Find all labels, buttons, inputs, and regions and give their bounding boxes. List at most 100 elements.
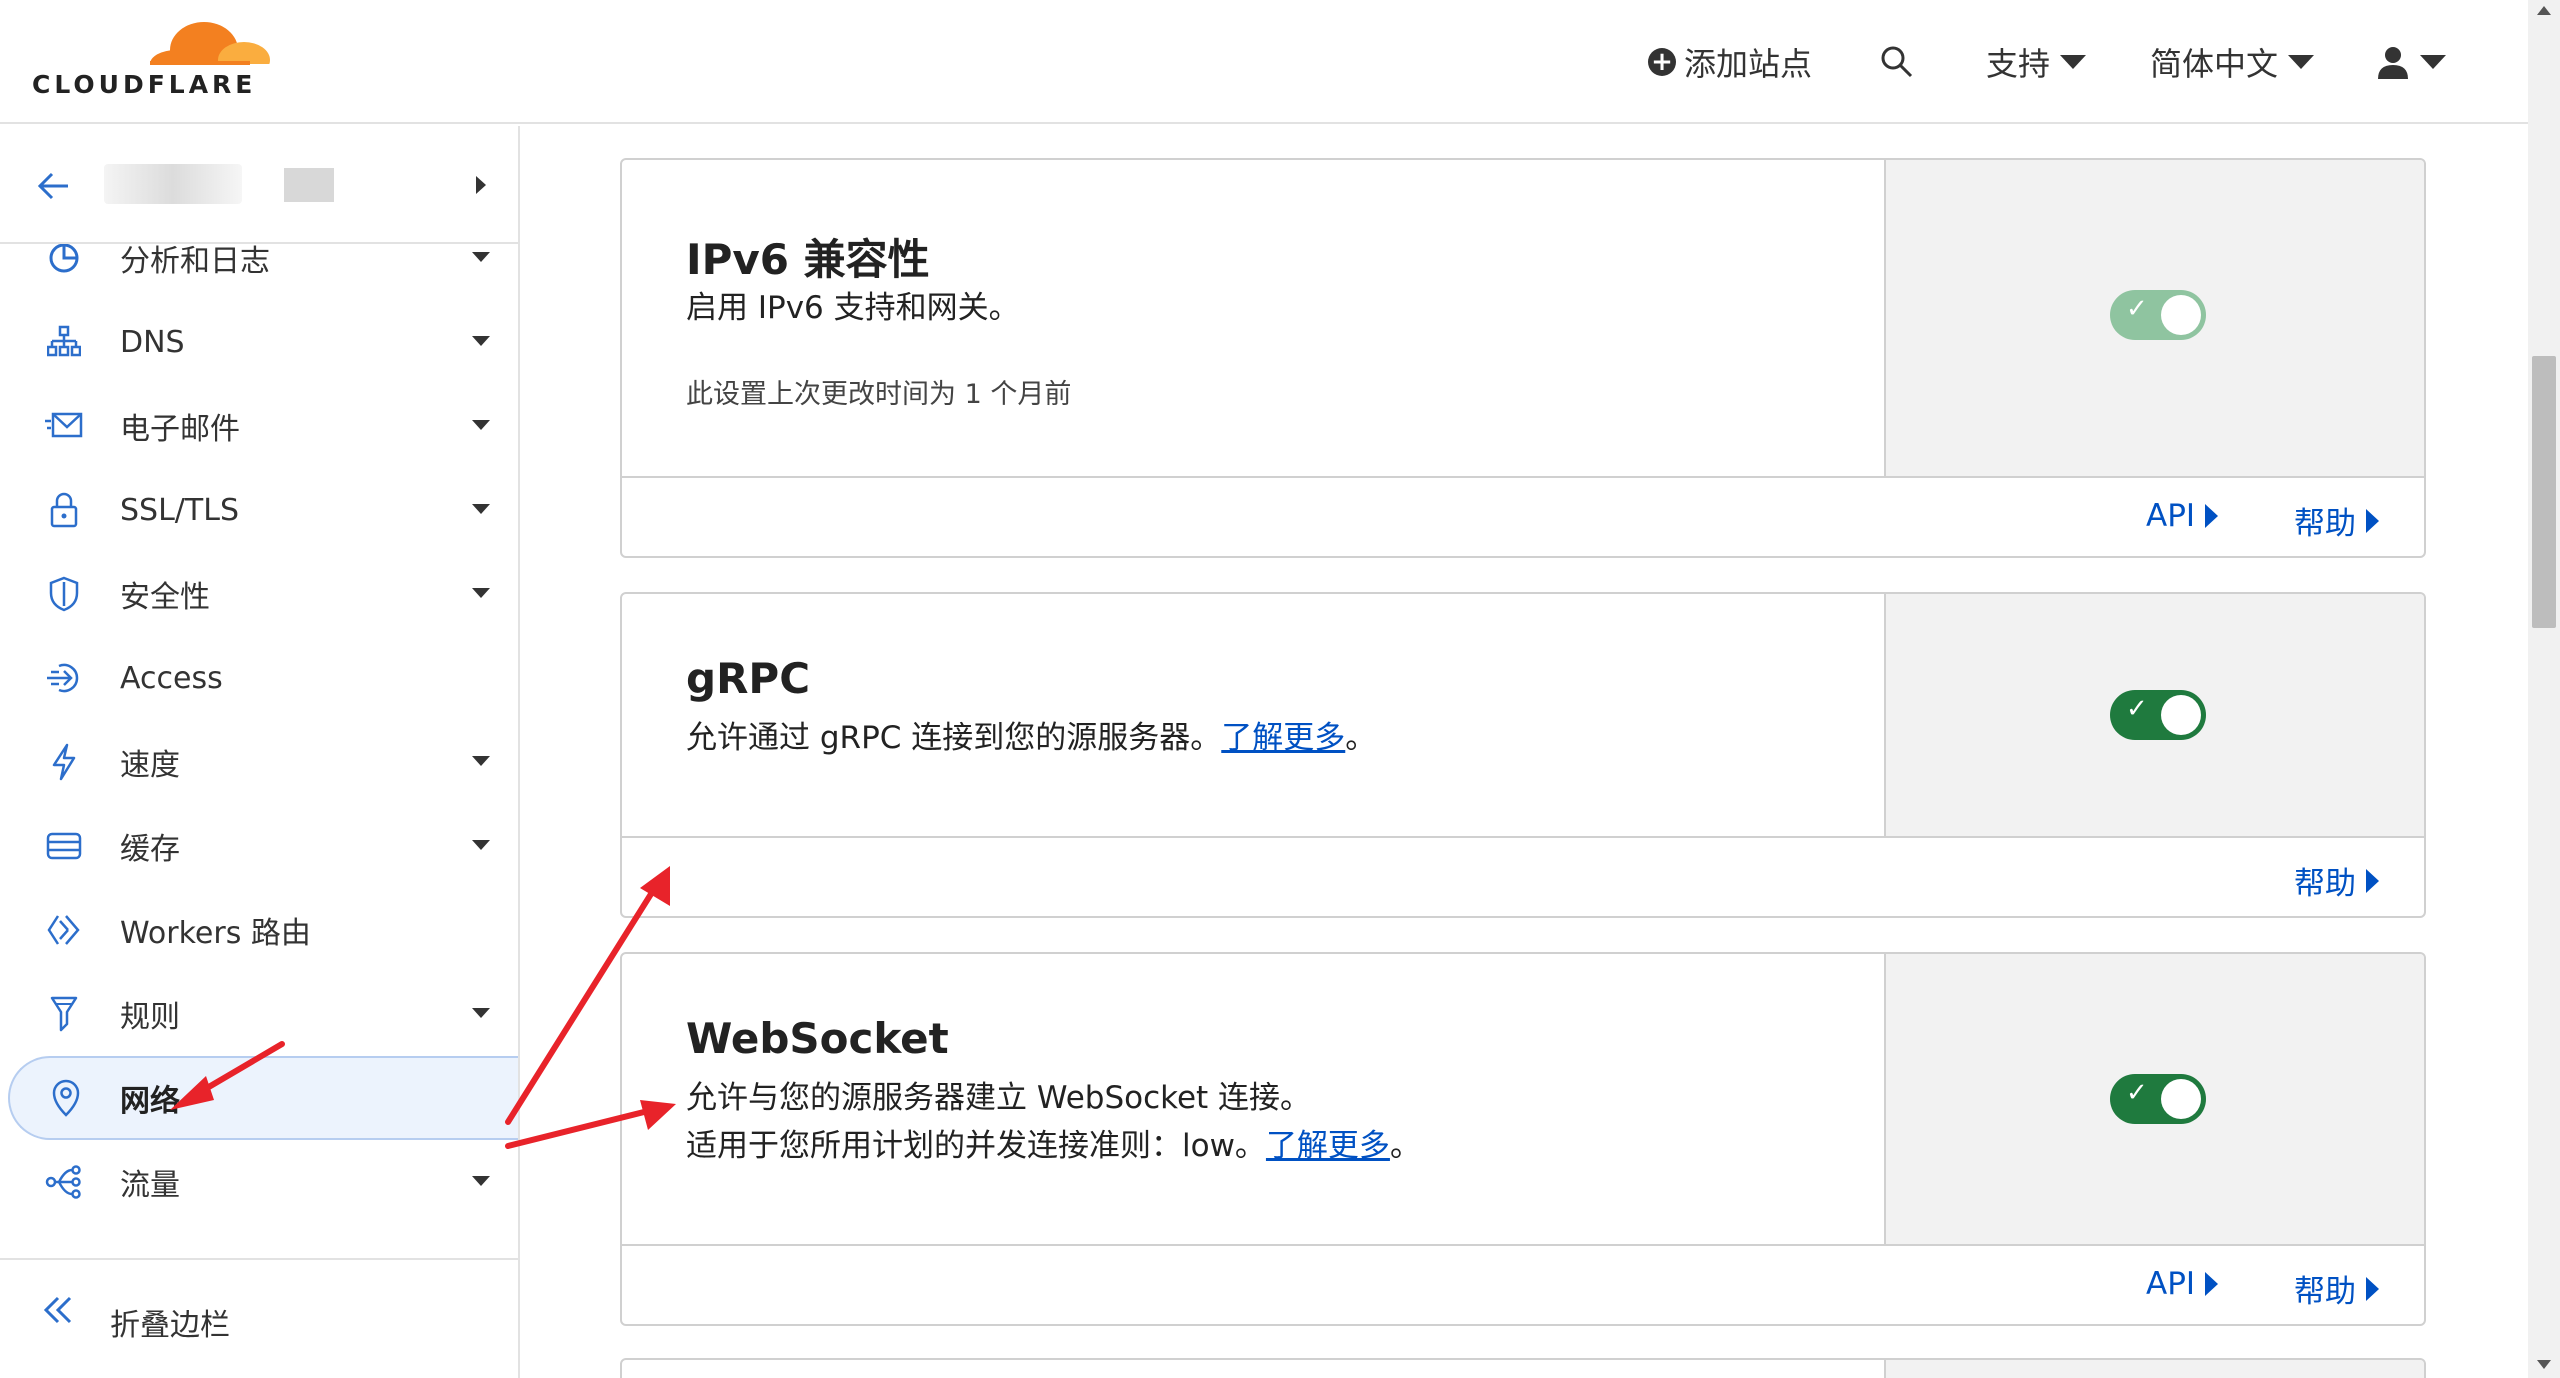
learn-more-link[interactable]: 了解更多 [1266, 1128, 1390, 1164]
caret-right-icon [2366, 508, 2379, 533]
site-selector[interactable] [0, 126, 518, 244]
scroll-thumb[interactable] [2532, 356, 2556, 628]
lightning-icon [44, 742, 84, 782]
user-icon [2378, 47, 2408, 79]
ipv6-toggle[interactable]: ✓ [2110, 290, 2206, 340]
user-menu[interactable] [2376, 40, 2446, 84]
chevron-right-icon[interactable] [476, 176, 486, 194]
check-icon: ✓ [2126, 1078, 2148, 1108]
chevron-down-icon [2060, 55, 2087, 69]
language-label: 简体中文 [2150, 45, 2279, 83]
card-description: 启用 IPv6 支持和网关。 [686, 290, 1020, 326]
cloudflare-logo[interactable]: CLOUDFLARE [32, 20, 274, 100]
sidebar-item-label: Workers 路由 [120, 916, 311, 951]
ipv6-card: IPv6 兼容性 启用 IPv6 支持和网关。 此设置上次更改时间为 1 个月前… [620, 158, 2426, 558]
sidebar-item-cache[interactable]: 缓存 [0, 804, 518, 888]
location-pin-icon [46, 1078, 86, 1118]
email-icon [44, 406, 84, 446]
sidebar-item-network[interactable]: 网络 [8, 1056, 518, 1140]
chevron-down-icon [472, 840, 490, 850]
sidebar-item-security[interactable]: 安全性 [0, 552, 518, 636]
chevron-down-icon [472, 420, 490, 430]
workers-icon [44, 910, 84, 950]
card-title: WebSocket [686, 1014, 949, 1063]
support-label: 支持 [1986, 45, 2051, 83]
check-icon: ✓ [2126, 294, 2148, 324]
top-header: CLOUDFLARE + 添加站点 支持 简体中文 [0, 0, 2528, 124]
grpc-card: gRPC 允许通过 gRPC 连接到您的源服务器。了解更多。 ✓ 帮助 [620, 592, 2426, 918]
chevron-down-icon [472, 504, 490, 514]
search-icon [1881, 46, 1913, 78]
access-icon [44, 658, 84, 698]
site-name-blurred [284, 168, 334, 202]
sidebar-item-rules[interactable]: 规则 [0, 972, 518, 1056]
logo-text: CLOUDFLARE [32, 70, 257, 99]
search-button[interactable] [1880, 40, 1914, 84]
sidebar-item-label: SSL/TLS [120, 492, 239, 528]
sidebar-item-email[interactable]: 电子邮件 [0, 384, 518, 468]
pie-chart-icon [44, 238, 84, 278]
chevron-down-icon [472, 1176, 490, 1186]
add-site-button[interactable]: + 添加站点 [1648, 40, 1812, 84]
api-link[interactable]: API [2146, 498, 2219, 534]
sidebar-item-label: 网络 [120, 1084, 180, 1119]
collapse-sidebar-label: 折叠边栏 [110, 1308, 230, 1343]
sidebar-item-label: 安全性 [120, 580, 210, 615]
rules-icon [44, 994, 84, 1034]
learn-more-link[interactable]: 了解更多 [1221, 720, 1345, 756]
chevron-down-icon [472, 1008, 490, 1018]
api-link[interactable]: API [2146, 1266, 2219, 1302]
last-changed-note: 此设置上次更改时间为 1 个月前 [686, 379, 1072, 410]
caret-right-icon [2205, 504, 2219, 528]
sidebar-item-dns[interactable]: DNS [0, 300, 518, 384]
chevron-down-icon [472, 252, 490, 262]
websocket-toggle[interactable]: ✓ [2110, 1074, 2206, 1124]
help-link[interactable]: 帮助 [2294, 498, 2379, 543]
caret-right-icon [2205, 1272, 2219, 1296]
sidebar-item-access[interactable]: Access [0, 636, 518, 720]
chevron-down-icon [472, 756, 490, 766]
caret-right-icon [2366, 868, 2379, 893]
sidebar-item-label: 电子邮件 [120, 412, 240, 447]
page-scrollbar[interactable] [2528, 0, 2560, 1378]
site-name-blurred [104, 164, 242, 204]
sidebar-item-label: Access [120, 660, 223, 696]
scroll-down-arrow-icon[interactable] [2537, 1360, 2551, 1369]
card-title: gRPC [686, 654, 811, 703]
card-description: 允许与您的源服务器建立 WebSocket 连接。 适用于您所用计划的并发连接准… [686, 1080, 1421, 1164]
cache-icon [44, 826, 84, 866]
sidebar-item-label: 速度 [120, 748, 180, 783]
sidebar-item-label: 规则 [120, 1000, 180, 1035]
collapse-sidebar-button[interactable]: 折叠边栏 [0, 1258, 518, 1378]
chevron-down-icon [2420, 55, 2446, 69]
plus-circle-icon: + [1648, 48, 1676, 76]
sidebar-item-speed[interactable]: 速度 [0, 720, 518, 804]
grpc-toggle[interactable]: ✓ [2110, 690, 2206, 740]
caret-right-icon [2366, 1276, 2379, 1301]
network-tree-icon [44, 322, 84, 362]
next-card [620, 1358, 2426, 1378]
check-icon: ✓ [2126, 694, 2148, 724]
shield-icon [44, 574, 84, 614]
main-content: IPv6 兼容性 启用 IPv6 支持和网关。 此设置上次更改时间为 1 个月前… [522, 126, 2528, 1378]
double-chevron-left-icon [43, 1296, 72, 1324]
scroll-up-arrow-icon[interactable] [2537, 6, 2551, 15]
language-menu[interactable]: 简体中文 [2150, 40, 2315, 84]
help-link[interactable]: 帮助 [2294, 858, 2379, 903]
traffic-icon [44, 1162, 84, 1202]
card-description: 允许通过 gRPC 连接到您的源服务器。了解更多。 [686, 720, 1377, 756]
sidebar-item-ssl[interactable]: SSL/TLS [0, 468, 518, 552]
chevron-down-icon [472, 336, 490, 346]
sidebar-item-label: 流量 [120, 1168, 180, 1203]
sidebar-item-workers-routes[interactable]: Workers 路由 [0, 888, 518, 972]
add-site-label: 添加站点 [1684, 45, 1813, 83]
chevron-down-icon [2288, 55, 2315, 69]
back-arrow-icon[interactable] [34, 166, 74, 206]
websocket-card: WebSocket 允许与您的源服务器建立 WebSocket 连接。 适用于您… [620, 952, 2426, 1326]
support-menu[interactable]: 支持 [1986, 40, 2087, 84]
sidebar-item-label: 缓存 [120, 832, 180, 867]
sidebar: 分析和日志 DNS 电子邮件 SSL/TLS 安全性 Access 速度 缓存 … [0, 126, 520, 1378]
help-link[interactable]: 帮助 [2294, 1266, 2379, 1311]
sidebar-item-traffic[interactable]: 流量 [0, 1140, 518, 1224]
sidebar-nav: 分析和日志 DNS 电子邮件 SSL/TLS 安全性 Access 速度 缓存 … [0, 216, 518, 1224]
